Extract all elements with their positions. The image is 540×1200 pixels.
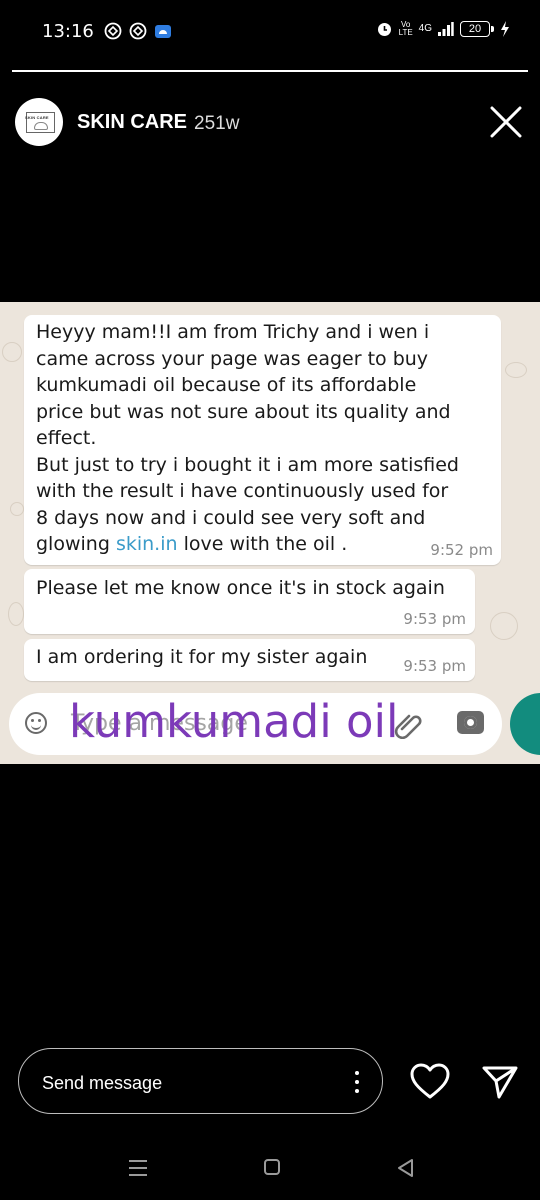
- volte-indicator: Vo LTE: [398, 19, 413, 37]
- more-options-icon[interactable]: [355, 1071, 359, 1093]
- story-progress-bar: [12, 70, 528, 72]
- nav-back-button[interactable]: [396, 1158, 414, 1178]
- status-time: 13:16: [42, 21, 94, 42]
- mic-button: [510, 693, 540, 755]
- network-type: 4G: [418, 23, 432, 34]
- logo-mark: [34, 122, 48, 130]
- status-right-group: Vo LTE 4G 20: [376, 20, 510, 37]
- message-text: Please let me know once it's in stock ag…: [36, 577, 445, 599]
- emoji-icon: [25, 712, 47, 734]
- chat-input-bar: Type a message kumkumadi oil: [9, 693, 502, 755]
- vpn-shield-icon: [104, 22, 122, 40]
- share-icon[interactable]: [481, 1064, 519, 1100]
- message-link[interactable]: skin.in: [116, 533, 178, 555]
- status-bar: 13:16 Vo LTE 4G 20: [0, 0, 540, 62]
- message-bubble: Heyyy mam!!I am from Trichy and i wen i …: [24, 315, 501, 565]
- attach-icon: [394, 714, 422, 739]
- wallpaper-doodle: [490, 612, 518, 640]
- heart-icon[interactable]: [409, 1062, 451, 1100]
- message-bubble: I am ordering it for my sister again 9:5…: [24, 639, 475, 681]
- camera-icon: [457, 711, 484, 734]
- story-age: 251w: [194, 113, 240, 134]
- wallpaper-doodle: [10, 502, 24, 516]
- account-name[interactable]: SKIN CARE: [77, 111, 187, 134]
- story-progress-fill: [12, 70, 528, 72]
- wallpaper-doodle: [8, 602, 24, 626]
- android-notification-icon: [155, 25, 171, 38]
- vpn-shield-icon-2: [129, 22, 147, 40]
- message-text: I am ordering it for my sister again: [36, 646, 368, 668]
- nav-recents-button[interactable]: [129, 1160, 147, 1176]
- avatar[interactable]: SKIN CARE: [15, 98, 63, 146]
- alarm-icon: [377, 23, 391, 36]
- story-image: Heyyy mam!!I am from Trichy and i wen i …: [0, 302, 540, 764]
- story-caption: kumkumadi oil: [69, 695, 399, 748]
- message-time: 9:53 pm: [403, 610, 466, 628]
- message-text: Heyyy mam!!I am from Trichy and i wen i …: [36, 319, 496, 558]
- send-message-placeholder: Send message: [42, 1073, 163, 1093]
- send-message-input[interactable]: Send message: [18, 1048, 383, 1114]
- message-time: 9:52 pm: [430, 541, 493, 559]
- wallpaper-doodle: [2, 342, 22, 362]
- nav-home-button[interactable]: [264, 1159, 280, 1175]
- close-icon[interactable]: [488, 104, 524, 140]
- message-text-part: love with the oil .: [177, 533, 348, 555]
- wallpaper-doodle: [505, 362, 527, 378]
- battery-indicator: 20: [460, 20, 494, 37]
- message-time: 9:53 pm: [403, 657, 466, 675]
- logo-text: SKIN CARE: [25, 115, 49, 120]
- signal-icon: [438, 21, 454, 36]
- message-text-part: Heyyy mam!!I am from Trichy and i wen i …: [36, 321, 459, 555]
- message-bubble: Please let me know once it's in stock ag…: [24, 569, 475, 634]
- charging-icon: [501, 20, 509, 37]
